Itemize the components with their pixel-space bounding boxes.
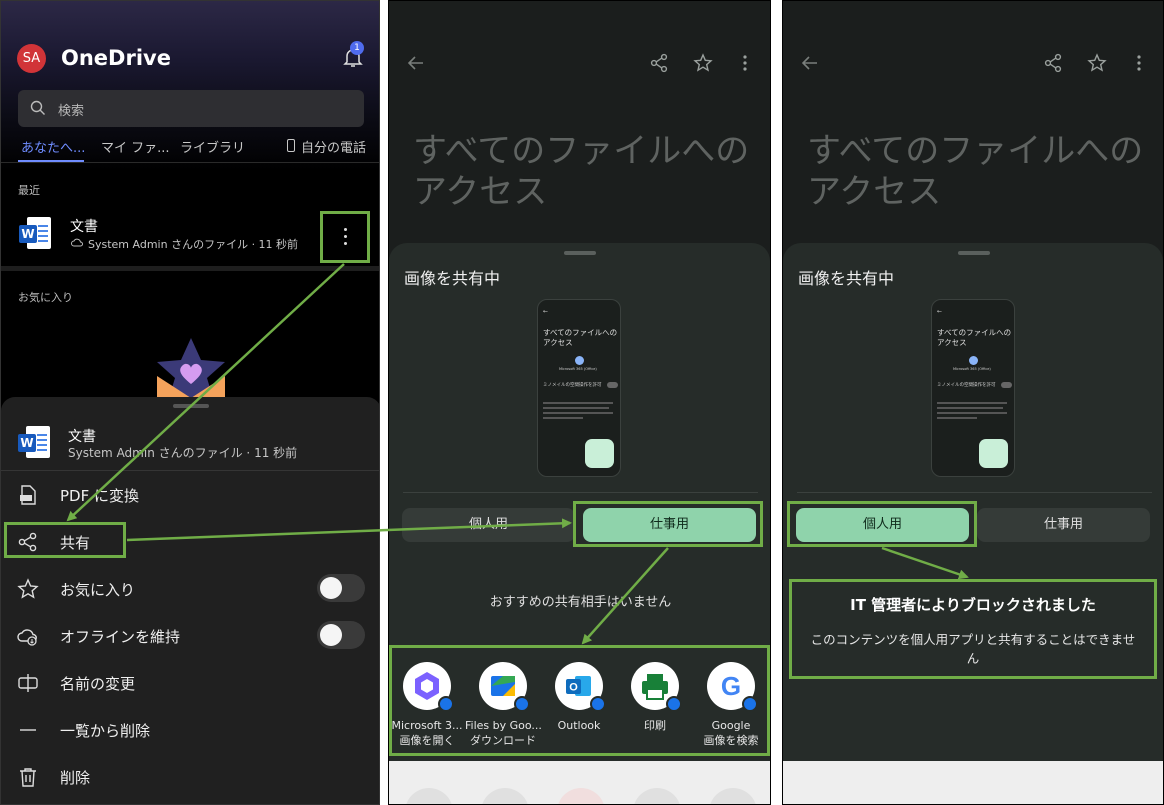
sheet-file-subtitle: System Admin さんのファイル · 11 秒前 bbox=[68, 446, 298, 460]
segment-work[interactable]: 仕事用 bbox=[977, 508, 1150, 542]
divider bbox=[797, 492, 1152, 493]
tab-my-files[interactable]: マイ ファ... bbox=[101, 137, 170, 156]
offline-toggle[interactable] bbox=[317, 621, 365, 649]
menu-item-convert-pdf[interactable]: PDF に変換 bbox=[1, 474, 379, 514]
share-sheet-title: 画像を共有中 bbox=[798, 269, 895, 288]
tab-library[interactable]: ライブラリ bbox=[180, 137, 245, 156]
more-vert-icon[interactable] bbox=[1129, 53, 1149, 73]
pdf-icon bbox=[20, 485, 36, 505]
menu-item-label: 名前の変更 bbox=[60, 675, 136, 693]
edit-icon bbox=[979, 439, 1008, 468]
word-file-icon: W bbox=[19, 217, 51, 249]
more-vert-icon[interactable] bbox=[735, 53, 755, 73]
avatar[interactable]: SA bbox=[17, 44, 46, 73]
star-icon[interactable] bbox=[1087, 53, 1107, 73]
menu-item-favorite[interactable]: お気に入り bbox=[1, 568, 379, 608]
no-recommendations-text: おすすめの共有相手はいません bbox=[489, 595, 672, 610]
divider bbox=[1, 162, 379, 163]
search-icon bbox=[30, 100, 45, 115]
tab-my-phone[interactable]: 自分の電話 bbox=[301, 137, 366, 156]
menu-item-label: PDF に変換 bbox=[60, 487, 139, 505]
menu-item-keep-offline[interactable]: オフラインを維持 bbox=[1, 615, 379, 655]
cloud-icon bbox=[71, 238, 83, 247]
apps-highlight-box bbox=[389, 645, 770, 756]
rename-icon bbox=[18, 674, 38, 692]
personal-tab-highlight-box bbox=[787, 501, 977, 547]
search-placeholder: 検索 bbox=[58, 104, 85, 119]
offline-icon bbox=[17, 629, 37, 646]
image-preview: ← すべてのファイルへの アクセス Microsoft 365 (Office) … bbox=[931, 299, 1015, 477]
page-title: すべてのファイルへの アクセス bbox=[807, 131, 1144, 212]
sheet-file-name: 文書 bbox=[68, 429, 96, 445]
blocked-message-box: IT 管理者によりブロックされました このコンテンツを個人用アプリと共有すること… bbox=[789, 579, 1157, 679]
edit-icon bbox=[585, 439, 614, 468]
app-title: OneDrive bbox=[61, 46, 171, 70]
work-tab-highlight-box bbox=[573, 501, 763, 547]
sheet-handle[interactable] bbox=[564, 251, 596, 255]
recent-file-name[interactable]: 文書 bbox=[70, 216, 98, 236]
sheet-handle[interactable] bbox=[173, 404, 209, 408]
menu-item-label: お気に入り bbox=[60, 581, 136, 599]
menu-item-rename[interactable]: 名前の変更 bbox=[1, 662, 379, 702]
more-options-button[interactable] bbox=[320, 211, 370, 263]
favorites-illustration bbox=[157, 338, 225, 398]
menu-item-remove-from-list[interactable]: 一覧から削除 bbox=[1, 709, 379, 749]
page-title: すべてのファイルへの アクセス bbox=[413, 131, 750, 212]
menu-item-label: 削除 bbox=[60, 769, 91, 787]
star-icon bbox=[17, 578, 39, 599]
file-actions-sheet: W 文書 System Admin さんのファイル · 11 秒前 PDF に変… bbox=[1, 397, 379, 804]
divider bbox=[403, 492, 758, 493]
divider bbox=[1, 266, 379, 271]
favorites-label: お気に入り bbox=[18, 291, 73, 304]
menu-item-label: 一覧から削除 bbox=[60, 722, 151, 740]
menu-item-label: オフラインを維持 bbox=[60, 628, 181, 646]
sheet-handle[interactable] bbox=[958, 251, 990, 255]
blocked-message: このコンテンツを個人用アプリと共有することはできません bbox=[810, 632, 1136, 666]
share-icon[interactable] bbox=[649, 53, 669, 73]
sheet-bottom bbox=[783, 761, 1163, 804]
menu-item-delete[interactable]: 削除 bbox=[1, 756, 379, 796]
share-icon[interactable] bbox=[1043, 53, 1063, 73]
word-file-icon: W bbox=[18, 426, 50, 458]
tab-for-you[interactable]: あなたへ... bbox=[21, 137, 85, 156]
favorite-toggle[interactable] bbox=[317, 574, 365, 602]
search-bar[interactable]: 検索 bbox=[18, 90, 364, 127]
segment-personal[interactable]: 個人用 bbox=[402, 508, 575, 542]
recent-label: 最近 bbox=[18, 184, 40, 197]
notification-badge: 1 bbox=[350, 41, 364, 55]
star-icon[interactable] bbox=[693, 53, 713, 73]
back-arrow-icon[interactable] bbox=[406, 53, 426, 73]
divider bbox=[1, 470, 379, 471]
image-preview: ← すべてのファイルへの アクセス Microsoft 365 (Office) … bbox=[537, 299, 621, 477]
share-highlight-box bbox=[4, 522, 126, 558]
recent-file-subtitle: System Admin さんのファイル · 11 秒前 bbox=[88, 238, 299, 251]
remove-from-list-icon bbox=[20, 729, 36, 731]
blocked-title: IT 管理者によりブロックされました bbox=[850, 596, 1096, 614]
phone-icon bbox=[287, 139, 295, 152]
share-screen-personal: すべてのファイルへの アクセス 画像を共有中 ← すべてのファイルへの アクセス … bbox=[782, 0, 1164, 805]
back-arrow-icon[interactable] bbox=[800, 53, 820, 73]
share-sheet-title: 画像を共有中 bbox=[404, 269, 501, 288]
trash-icon bbox=[20, 768, 36, 787]
onedrive-screen: SA OneDrive 1 検索 あなたへ... マイ ファ... ライブラリ … bbox=[0, 0, 380, 805]
